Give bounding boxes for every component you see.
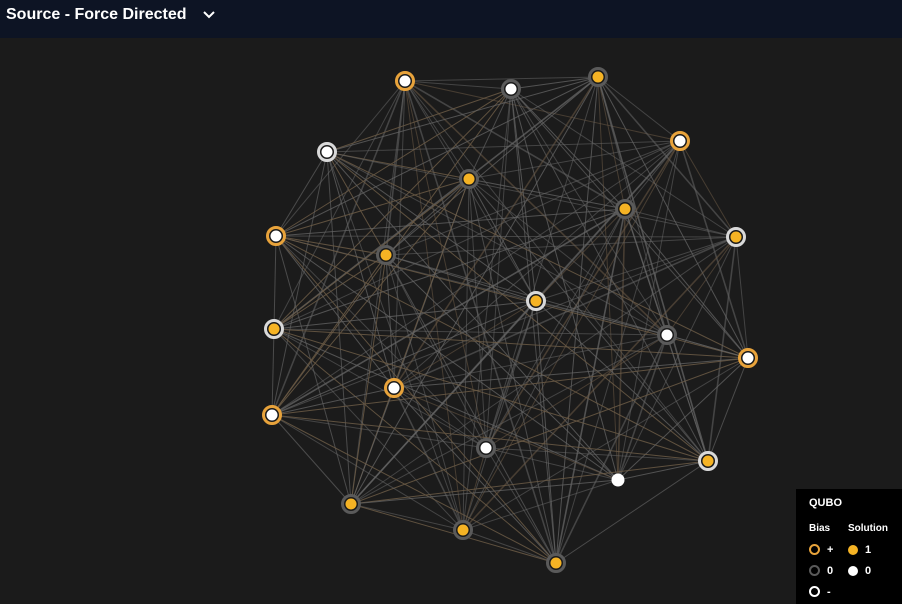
graph-edge [385,254,487,449]
graph-edge [385,236,737,256]
graph-node[interactable] [395,71,415,91]
graph-node[interactable] [453,520,473,540]
graph-edge [350,254,387,505]
graph-node[interactable] [588,67,608,87]
graph-node[interactable] [698,451,718,471]
graph-edge [597,76,681,142]
node-solution-fill [270,230,282,242]
graph-node[interactable] [501,79,521,99]
graph-node[interactable] [317,142,337,162]
graph-edge [555,208,626,564]
node-solution-fill [530,295,542,307]
node-solution-fill [702,455,714,467]
negative-bias-ring-icon [809,586,820,597]
node-solution-fill [505,83,517,95]
graph-edge [510,88,626,210]
node-solution-fill [345,498,357,510]
node-solution-fill [457,524,469,536]
graph-node[interactable] [657,325,677,345]
legend-solution-zero: 0 [865,564,872,577]
graph-node[interactable] [262,405,282,425]
node-solution-fill [592,71,604,83]
graph-edge [273,328,619,481]
graph-edge [617,140,681,481]
graph-edge [404,80,512,90]
graph-node[interactable] [476,438,496,458]
graph-edge [679,140,737,238]
node-solution-fill [380,249,392,261]
node-solution-fill [550,557,562,569]
chevron-down-icon[interactable] [202,8,217,22]
graph-node[interactable] [266,226,286,246]
graph-edge [273,328,487,449]
graph-node[interactable] [738,348,758,368]
legend-bias-header: Bias [809,523,831,534]
solution-zero-dot-icon [848,565,858,576]
graph-edge [271,328,275,416]
legend-title: QUBO [809,497,842,509]
graph-edge [350,387,395,505]
graph-edge [624,208,737,238]
node-solution-fill [268,323,280,335]
graph-node[interactable] [726,227,746,247]
force-directed-graph[interactable] [0,38,902,604]
graph-edge [273,235,277,330]
graph-node[interactable] [611,473,625,487]
legend-bias-zero: 0 [827,564,834,577]
legend-bias-negative: - [827,585,831,598]
graph-edge [273,328,749,359]
graph-edge [275,235,737,238]
node-solution-fill [399,75,411,87]
node-solution-fill [266,409,278,421]
legend-bias-positive: + [827,543,834,556]
graph-edge [271,414,352,505]
node-solution-fill [742,352,754,364]
node-solution-fill [463,173,475,185]
graph-edge [326,151,619,481]
positive-bias-ring-icon [809,544,820,555]
view-title: Source - Force Directed [6,6,187,23]
graph-edge [350,479,619,505]
graph-edge [385,140,681,256]
graph-edge [350,503,464,531]
graph-node[interactable] [670,131,690,151]
legend-solution-header: Solution [848,523,888,534]
graph-nodes[interactable] [262,67,758,573]
solution-one-dot-icon [848,544,858,555]
graph-edge [404,76,599,82]
node-solution-fill [480,442,492,454]
graph-edge [393,387,557,564]
node-solution-fill [730,231,742,243]
qubo-legend: QUBO Bias Solution + 1 0 0 - [796,489,902,604]
graph-node[interactable] [384,378,404,398]
graph-node[interactable] [526,291,546,311]
node-solution-fill [619,203,631,215]
graph-edge [462,88,512,531]
node-solution-fill [388,382,400,394]
view-selector-dropdown[interactable]: Source - Force Directed [6,4,217,26]
graph-node[interactable] [459,169,479,189]
graph-node[interactable] [615,199,635,219]
graph-edge [617,236,737,481]
header-bar: Source - Force Directed [0,0,902,38]
graph-edge [485,76,599,449]
graph-edge [273,254,387,330]
graph-edge [462,300,537,531]
node-solution-fill [661,329,673,341]
node-solution-fill [321,146,333,158]
node-solution-fill [674,135,686,147]
graph-node[interactable] [264,319,284,339]
zero-bias-ring-icon [809,565,820,576]
graph-node[interactable] [546,553,566,573]
node-solution-fill [611,473,625,487]
graph-node[interactable] [341,494,361,514]
graph-node[interactable] [376,245,396,265]
legend-solution-one: 1 [865,543,872,556]
